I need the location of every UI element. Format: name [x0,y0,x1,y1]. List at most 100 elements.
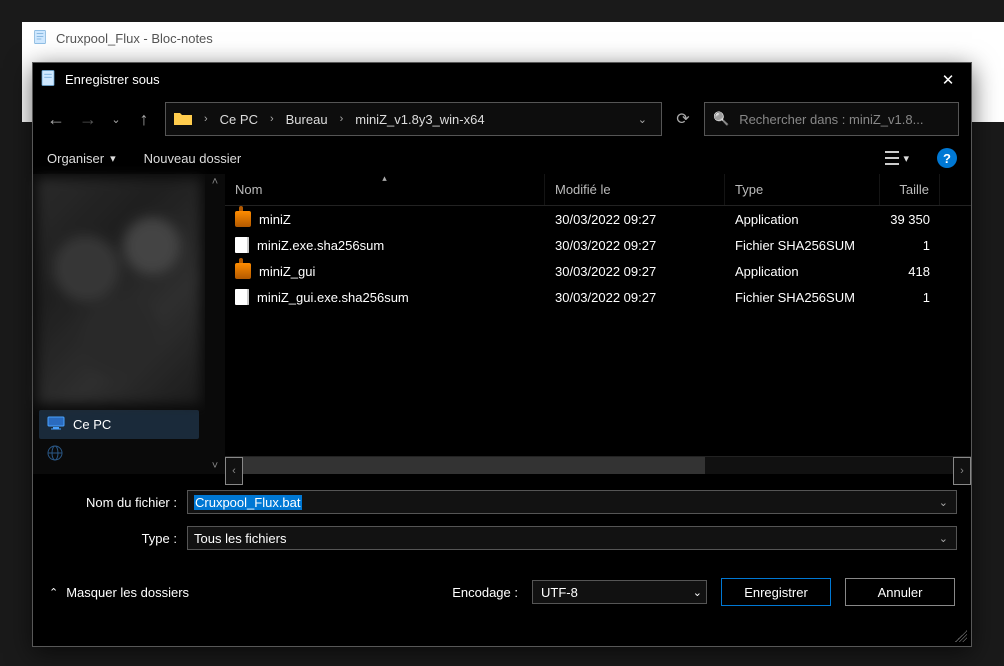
file-size: 39 350 [880,212,940,227]
new-folder-button[interactable]: Nouveau dossier [144,151,242,166]
filetype-select[interactable]: Tous les fichiers ⌄ [187,526,957,550]
cancel-button[interactable]: Annuler [845,578,955,606]
file-size: 1 [880,238,940,253]
cancel-button-label: Annuler [878,585,923,600]
resize-grip[interactable] [955,630,967,642]
file-modified: 30/03/2022 09:27 [545,212,725,227]
notepad-icon [32,29,48,48]
nav-forward-button[interactable]: → [77,103,99,135]
search-icon: 🔍 [713,111,729,127]
address-bar[interactable]: › Ce PC › Bureau › miniZ_v1.8y3_win-x64 … [165,102,662,136]
nav-back-button[interactable]: ← [45,103,67,135]
file-list-header: Nom Modifié le Type Taille [225,174,971,206]
breadcrumb[interactable]: miniZ_v1.8y3_win-x64 [355,112,484,127]
chevron-down-icon: ⌄ [693,586,702,599]
encoding-value: UTF-8 [541,585,578,600]
address-dropdown-button[interactable]: ⌄ [632,113,653,126]
table-row[interactable]: miniZ_gui 30/03/2022 09:27Application418 [225,258,971,284]
filename-value: Cruxpool_Flux.bat [194,495,302,510]
scroll-thumb[interactable] [243,457,705,474]
chevron-down-icon: ▾ [110,152,116,165]
close-icon: ✕ [942,71,955,89]
new-folder-label: Nouveau dossier [144,151,242,166]
save-as-dialog: Enregistrer sous ✕ ← → ⌄ ↑ › Ce PC › Bur… [32,62,972,647]
chevron-right-icon: › [202,113,210,125]
nav-recent-button[interactable]: ⌄ [109,103,123,135]
chevron-up-icon: ˄ [212,176,218,188]
file-type: Fichier SHA256SUM [725,238,880,253]
breadcrumb[interactable]: Ce PC [220,112,258,127]
view-list-icon [885,151,899,165]
arrow-up-icon: ↑ [140,109,149,130]
filename-dropdown-button[interactable]: ⌄ [935,496,952,509]
scroll-right-button[interactable]: › [953,457,971,485]
notepad-title: Cruxpool_Flux - Bloc-notes [56,31,213,46]
sidebar-item-partial[interactable] [39,439,199,470]
filetype-dropdown-button[interactable]: ⌄ [935,532,952,545]
save-button[interactable]: Enregistrer [721,578,831,606]
save-button-label: Enregistrer [744,585,808,600]
file-name: miniZ [259,212,291,227]
nav-sidebar: Ce PC [33,174,205,474]
scroll-track[interactable] [243,457,953,474]
filetype-label: Type : [47,531,177,546]
file-list: Nom Modifié le Type Taille miniZ 30/03/20… [225,174,971,474]
folder-icon [174,111,192,128]
file-size: 418 [880,264,940,279]
column-header-modified[interactable]: Modifié le [545,174,725,205]
file-type: Fichier SHA256SUM [725,290,880,305]
encoding-label: Encodage : [452,585,518,600]
scroll-left-button[interactable]: ‹ [225,457,243,485]
help-button[interactable]: ? [937,148,957,168]
chevron-down-icon: ˅ [212,460,218,472]
filetype-value: Tous les fichiers [194,531,286,546]
chevron-right-icon: › [960,465,964,477]
search-placeholder: Rechercher dans : miniZ_v1.8... [739,112,923,127]
column-header-type[interactable]: Type [725,174,880,205]
table-row[interactable]: miniZ_gui.exe.sha256sum 30/03/2022 09:27F… [225,284,971,310]
breadcrumb[interactable]: Bureau [286,112,328,127]
chevron-up-icon: ⌃ [49,586,58,599]
sidebar-scrollbar[interactable]: ˄ ˅ [205,174,225,474]
file-name: miniZ_gui.exe.sha256sum [257,290,409,305]
file-type: Application [725,264,880,279]
file-size: 1 [880,290,940,305]
file-modified: 30/03/2022 09:27 [545,264,725,279]
organize-label: Organiser [47,151,104,166]
column-header-size[interactable]: Taille [880,174,940,205]
arrow-right-icon: → [79,109,97,130]
application-icon [235,263,251,279]
chevron-down-icon: ▾ [903,152,909,165]
dialog-titlebar[interactable]: Enregistrer sous ✕ [33,63,971,96]
chevron-left-icon: ‹ [232,465,236,477]
notepad-icon [39,69,57,90]
scroll-down-button[interactable]: ˅ [205,458,225,474]
toggle-folders-button[interactable]: ⌃ Masquer les dossiers [49,585,189,600]
filename-label: Nom du fichier : [47,495,177,510]
file-type: Application [725,212,880,227]
table-row[interactable]: miniZ.exe.sha256sum30/03/2022 09:27Fichi… [225,232,971,258]
chevron-right-icon: › [338,113,346,125]
filename-input[interactable]: Cruxpool_Flux.bat ⌄ [187,490,957,514]
organize-menu[interactable]: Organiser ▾ [47,151,116,166]
column-header-name[interactable]: Nom [225,174,545,205]
file-modified: 30/03/2022 09:27 [545,238,725,253]
file-icon [235,237,249,253]
help-icon: ? [943,151,951,166]
refresh-button[interactable]: ⟳ [672,103,694,135]
file-modified: 30/03/2022 09:27 [545,290,725,305]
close-button[interactable]: ✕ [925,63,971,96]
application-icon [235,211,251,227]
folder-preview [37,178,201,404]
file-name: miniZ_gui [259,264,315,279]
encoding-select[interactable]: UTF-8 ⌄ [532,580,707,604]
pc-icon [47,416,65,433]
table-row[interactable]: miniZ 30/03/2022 09:27Application39 350 [225,206,971,232]
refresh-icon: ⟳ [676,109,689,129]
sidebar-item-ce-pc[interactable]: Ce PC [39,410,199,439]
scroll-up-button[interactable]: ˄ [205,174,225,190]
horizontal-scrollbar[interactable]: ‹ › [225,456,971,474]
nav-up-button[interactable]: ↑ [133,103,155,135]
view-options-button[interactable]: ▾ [885,151,909,165]
search-input[interactable]: 🔍 Rechercher dans : miniZ_v1.8... [704,102,959,136]
